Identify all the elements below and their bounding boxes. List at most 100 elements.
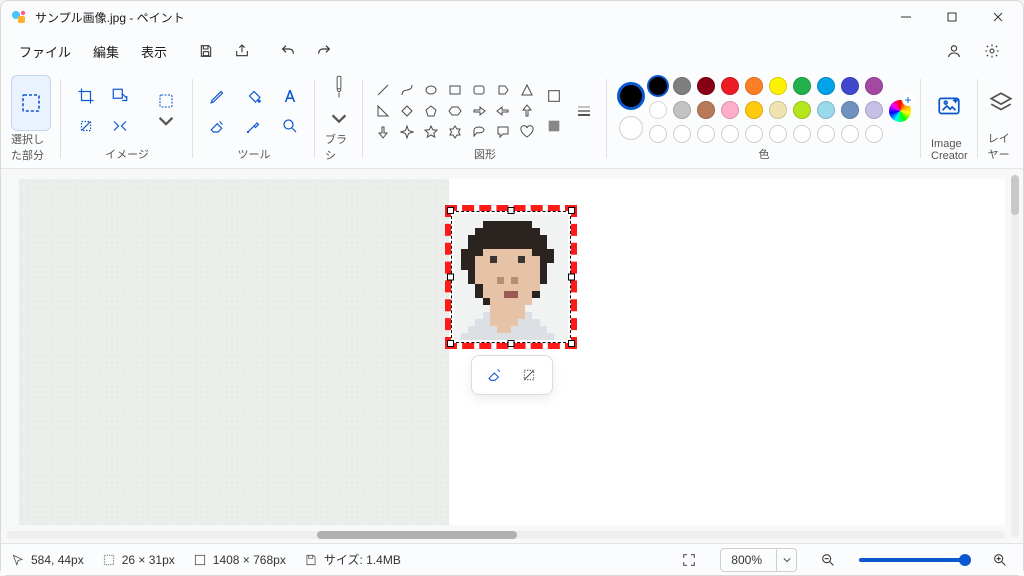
selection-handle-w[interactable] <box>447 274 454 281</box>
color-swatch[interactable] <box>865 77 883 95</box>
resize-button[interactable] <box>105 82 135 110</box>
settings-button[interactable] <box>975 36 1009 66</box>
shape-callout-round-icon[interactable] <box>469 123 489 141</box>
undo-button[interactable] <box>271 36 305 66</box>
layers-button[interactable] <box>988 90 1014 116</box>
shape-arrow-right-icon[interactable] <box>469 102 489 120</box>
fit-screen-button[interactable] <box>676 548 702 572</box>
color-swatch[interactable] <box>673 77 691 95</box>
shape-polygon-icon[interactable] <box>493 81 513 99</box>
color-swatch[interactable] <box>745 77 763 95</box>
shape-fill-button[interactable] <box>541 114 567 138</box>
color-swatch[interactable] <box>673 101 691 119</box>
shape-star6-icon[interactable] <box>445 123 465 141</box>
magnifier-tool[interactable] <box>275 112 305 140</box>
zoom-out-button[interactable] <box>815 548 841 572</box>
selection-handle-s[interactable] <box>508 340 515 347</box>
horizontal-scrollbar-thumb[interactable] <box>317 531 517 539</box>
color-swatch-empty[interactable] <box>721 125 739 143</box>
shape-line-icon[interactable] <box>373 81 393 99</box>
shape-arrow-left-icon[interactable] <box>493 102 513 120</box>
shape-arrow-up-icon[interactable] <box>517 102 537 120</box>
menu-file[interactable]: ファイル <box>9 36 81 67</box>
color-swatch-empty[interactable] <box>841 125 859 143</box>
save-button[interactable] <box>189 36 223 66</box>
color-swatch[interactable] <box>817 77 835 95</box>
vertical-scrollbar[interactable] <box>1009 175 1021 537</box>
color-swatch[interactable] <box>745 101 763 119</box>
eraser-tool[interactable] <box>203 112 233 140</box>
selection-box[interactable] <box>451 211 571 343</box>
shape-arrow-down-icon[interactable] <box>373 123 393 141</box>
selection-background-remove-button[interactable] <box>480 362 510 388</box>
menu-edit[interactable]: 編集 <box>83 36 129 67</box>
shape-callout-rect-icon[interactable] <box>493 123 513 141</box>
color-swatch-empty[interactable] <box>649 125 667 143</box>
text-tool[interactable] <box>275 82 305 110</box>
pencil-tool[interactable] <box>203 82 233 110</box>
selection-tool-button[interactable] <box>11 75 51 131</box>
color-swatch-empty[interactable] <box>769 125 787 143</box>
flip-button[interactable] <box>105 112 135 140</box>
selection-handle-sw[interactable] <box>447 340 454 347</box>
vertical-scrollbar-thumb[interactable] <box>1011 175 1019 215</box>
horizontal-scrollbar[interactable] <box>7 529 1005 541</box>
zoom-slider[interactable] <box>859 558 969 562</box>
stroke-width-button[interactable] <box>571 99 597 123</box>
color-swatch-empty[interactable] <box>793 125 811 143</box>
color-swatch[interactable] <box>841 77 859 95</box>
color-swatch[interactable] <box>793 77 811 95</box>
shape-triangle-icon[interactable] <box>517 81 537 99</box>
image-creator-button[interactable] <box>936 94 962 120</box>
color-swatch[interactable] <box>841 101 859 119</box>
shape-hexagon-icon[interactable] <box>445 102 465 120</box>
color-swatch[interactable] <box>649 77 667 95</box>
selection-handle-se[interactable] <box>568 340 575 347</box>
shape-star5-icon[interactable] <box>421 123 441 141</box>
shape-outline-button[interactable] <box>541 84 567 108</box>
rotate-button[interactable] <box>71 112 101 140</box>
redo-button[interactable] <box>307 36 341 66</box>
color-swatch[interactable] <box>697 101 715 119</box>
shape-right-triangle-icon[interactable] <box>373 102 393 120</box>
maximize-button[interactable] <box>929 1 975 33</box>
zoom-combobox[interactable]: 800% <box>720 548 797 572</box>
crop-button[interactable] <box>71 82 101 110</box>
color-swatch[interactable] <box>769 101 787 119</box>
secondary-color-swatch[interactable] <box>619 116 643 140</box>
color-swatch[interactable] <box>865 101 883 119</box>
edit-colors-button[interactable] <box>889 100 911 122</box>
color-swatch[interactable] <box>649 101 667 119</box>
color-swatch[interactable] <box>769 77 787 95</box>
zoom-in-button[interactable] <box>987 548 1013 572</box>
shape-pentagon-icon[interactable] <box>421 102 441 120</box>
color-swatch[interactable] <box>721 77 739 95</box>
color-swatch[interactable] <box>697 77 715 95</box>
shape-oval-icon[interactable] <box>421 81 441 99</box>
shape-rect-icon[interactable] <box>445 81 465 99</box>
color-swatch-empty[interactable] <box>673 125 691 143</box>
color-swatch-empty[interactable] <box>817 125 835 143</box>
shape-roundrect-icon[interactable] <box>469 81 489 99</box>
shapes-gallery[interactable] <box>373 81 537 141</box>
share-button[interactable] <box>225 36 259 66</box>
fill-tool[interactable] <box>239 82 269 110</box>
color-swatch[interactable] <box>793 101 811 119</box>
current-color-swatch[interactable] <box>617 82 645 110</box>
selection-handle-n[interactable] <box>508 207 515 214</box>
selection-handle-e[interactable] <box>568 274 575 281</box>
color-swatch-empty[interactable] <box>745 125 763 143</box>
selection-handle-ne[interactable] <box>568 207 575 214</box>
shape-diamond-icon[interactable] <box>397 102 417 120</box>
shape-star4-icon[interactable] <box>397 123 417 141</box>
selection-handle-nw[interactable] <box>447 207 454 214</box>
image-ai-button[interactable] <box>149 83 183 139</box>
menu-view[interactable]: 表示 <box>131 36 177 67</box>
color-swatch-empty[interactable] <box>865 125 883 143</box>
color-picker-tool[interactable] <box>239 112 269 140</box>
minimize-button[interactable] <box>883 1 929 33</box>
canvas[interactable] <box>19 179 1005 525</box>
selection-generative-button[interactable] <box>514 362 544 388</box>
shape-heart-icon[interactable] <box>517 123 537 141</box>
zoom-slider-knob[interactable] <box>959 554 971 566</box>
